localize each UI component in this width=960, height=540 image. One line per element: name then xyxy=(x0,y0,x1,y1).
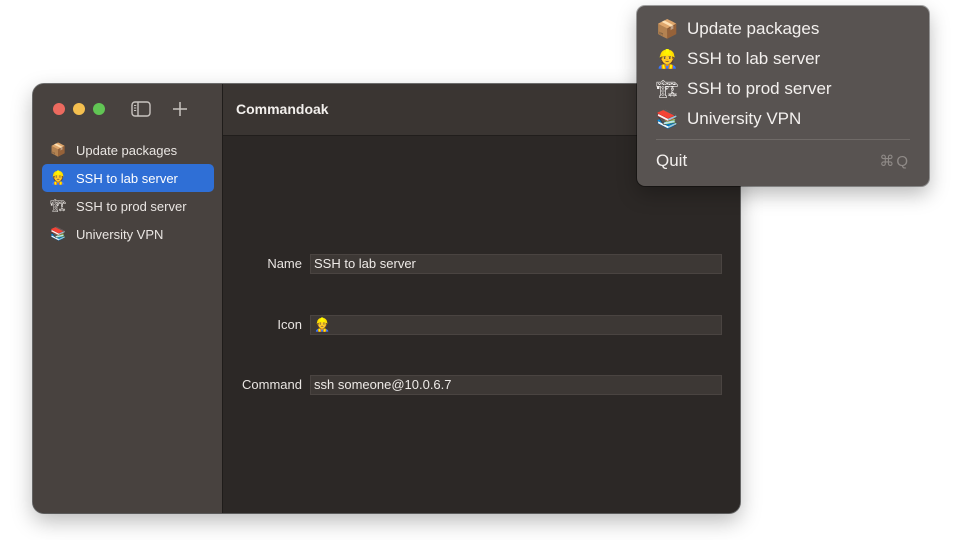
command-row: Command ssh someone@10.0.6.7 xyxy=(223,375,740,395)
sidebar-item-label: University VPN xyxy=(76,226,164,242)
worker-icon: 👷 xyxy=(50,170,67,185)
add-command-button[interactable] xyxy=(169,98,191,120)
name-row: Name SSH to lab server xyxy=(223,254,740,274)
menu-divider xyxy=(656,139,910,140)
quit-label: Quit xyxy=(656,151,688,170)
sidebar-item-ssh-prod-server[interactable]: 🏗 SSH to prod server xyxy=(42,192,214,220)
sidebar-item-ssh-lab-server[interactable]: 👷 SSH to lab server xyxy=(42,164,214,192)
icon-label: Icon xyxy=(277,317,302,332)
menu-item-university-vpn[interactable]: 📚 University VPN xyxy=(637,104,929,134)
sidebar-toggle-icon[interactable] xyxy=(130,98,152,120)
books-icon: 📚 xyxy=(50,226,67,241)
icon-field[interactable]: 👷 xyxy=(310,315,722,335)
app-window: 📦 Update packages 👷 SSH to lab server 🏗 … xyxy=(33,84,740,513)
menu-item-ssh-prod-server[interactable]: 🏗 SSH to prod server xyxy=(637,74,929,104)
sidebar-item-label: SSH to lab server xyxy=(76,170,178,186)
sidebar: 📦 Update packages 👷 SSH to lab server 🏗 … xyxy=(33,84,223,513)
sidebar-item-label: Update packages xyxy=(76,142,178,158)
menu-item-label: SSH to prod server xyxy=(687,79,832,98)
name-label: Name xyxy=(267,256,302,271)
menu-item-label: SSH to lab server xyxy=(687,49,821,68)
command-field[interactable]: ssh someone@10.0.6.7 xyxy=(310,375,722,395)
command-list: 📦 Update packages 👷 SSH to lab server 🏗 … xyxy=(42,136,214,248)
plus-icon xyxy=(173,102,187,116)
minimize-window-button[interactable] xyxy=(73,103,85,115)
name-field[interactable]: SSH to lab server xyxy=(310,254,722,274)
menu-bar-dropdown: 📦 Update packages 👷 SSH to lab server 🏗 … xyxy=(637,6,929,186)
menu-item-update-packages[interactable]: 📦 Update packages xyxy=(637,14,929,44)
crane-icon: 🏗 xyxy=(50,198,67,213)
worker-icon: 👷 xyxy=(656,48,679,69)
icon-row: Icon 👷 xyxy=(223,315,740,335)
menu-item-label: Update packages xyxy=(687,19,820,38)
command-label: Command xyxy=(242,377,302,392)
menu-item-label: University VPN xyxy=(687,109,802,128)
books-icon: 📚 xyxy=(656,108,679,129)
zoom-window-button[interactable] xyxy=(93,103,105,115)
sidebar-item-university-vpn[interactable]: 📚 University VPN xyxy=(42,220,214,248)
window-title: Commandoak xyxy=(236,101,329,117)
menu-item-ssh-lab-server[interactable]: 👷 SSH to lab server xyxy=(637,44,929,74)
menu-item-quit[interactable]: Quit ⌘Q xyxy=(637,146,929,176)
package-icon: 📦 xyxy=(50,142,67,157)
crane-icon: 🏗 xyxy=(656,78,679,99)
sidebar-item-update-packages[interactable]: 📦 Update packages xyxy=(42,136,214,164)
sidebar-item-label: SSH to prod server xyxy=(76,198,187,214)
package-icon: 📦 xyxy=(656,18,679,39)
close-window-button[interactable] xyxy=(53,103,65,115)
quit-shortcut: ⌘Q xyxy=(879,153,910,170)
